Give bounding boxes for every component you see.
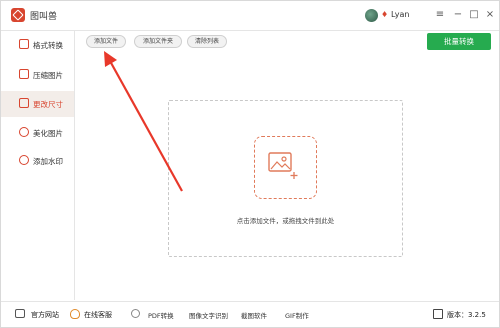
app-window: 图叫兽 ♦ Lyan ≡ − □ × 格式转换 压缩图片 更改尺寸 美化图片 添… [0, 0, 500, 328]
support-agent-icon [70, 309, 80, 319]
resize-icon [19, 98, 29, 108]
pdf-convert-link[interactable]: PDF转换 [148, 310, 174, 320]
sidebar-item-watermark[interactable]: 添加水印 [1, 148, 74, 174]
sidebar-item-format-convert[interactable]: 格式转换 [1, 32, 74, 58]
username[interactable]: Lyan [391, 10, 409, 19]
drop-hint-text: 点击添加文件，或拖拽文件到此处 [236, 217, 335, 225]
sidebar-item-label: 美化图片 [33, 129, 63, 138]
vip-diamond-icon: ♦ [381, 10, 389, 19]
sidebar-item-label: 更改尺寸 [33, 100, 63, 109]
user-avatar[interactable] [365, 9, 378, 22]
app-title: 图叫兽 [30, 12, 58, 22]
compress-image-icon [19, 69, 29, 79]
batch-convert-button[interactable]: 批量转换 [427, 33, 491, 50]
close-button[interactable]: × [483, 8, 497, 22]
app-logo-icon [11, 8, 25, 22]
link-icon [131, 309, 140, 318]
sidebar: 格式转换 压缩图片 更改尺寸 美化图片 添加水印 [1, 31, 75, 300]
toolbar: 添加文件 添加文件夹 清除列表 批量转换 [76, 31, 499, 53]
sidebar-item-beautify[interactable]: 美化图片 [1, 120, 74, 146]
minimize-button[interactable]: − [451, 8, 465, 22]
monitor-icon [15, 309, 25, 318]
gif-maker-link[interactable]: GIF制作 [285, 310, 309, 320]
watermark-icon [19, 155, 29, 165]
beautify-icon [19, 127, 29, 137]
file-drop-zone[interactable]: 点击添加文件，或拖拽文件到此处 [168, 100, 403, 257]
official-website-link[interactable]: 官方网站 [31, 310, 59, 320]
screenshot-software-link[interactable]: 截图软件 [241, 310, 267, 320]
ocr-link[interactable]: 图像文字识别 [189, 310, 228, 320]
version-download-icon [433, 309, 443, 319]
footer-bar: 官方网站 在线客服 PDF转换 图像文字识别 截图软件 GIF制作 版本：3.2… [1, 301, 499, 327]
title-bar: 图叫兽 ♦ Lyan ≡ − □ × [1, 1, 499, 31]
sidebar-item-resize[interactable]: 更改尺寸 [1, 91, 74, 117]
menu-button[interactable]: ≡ [433, 8, 447, 22]
image-add-icon [268, 152, 298, 179]
add-folder-button[interactable]: 添加文件夹 [134, 35, 182, 48]
maximize-button[interactable]: □ [467, 8, 481, 22]
sidebar-item-label: 添加水印 [33, 157, 63, 166]
sidebar-item-label: 格式转换 [33, 41, 63, 50]
version-label: 版本：3.2.5 [447, 311, 486, 319]
sidebar-item-compress-image[interactable]: 压缩图片 [1, 62, 74, 88]
format-convert-icon [19, 39, 29, 49]
sidebar-item-label: 压缩图片 [33, 71, 63, 80]
add-file-button[interactable]: 添加文件 [86, 35, 126, 48]
upload-area[interactable] [254, 136, 317, 199]
clear-list-button[interactable]: 清除列表 [187, 35, 227, 48]
online-support-link[interactable]: 在线客服 [84, 310, 112, 320]
